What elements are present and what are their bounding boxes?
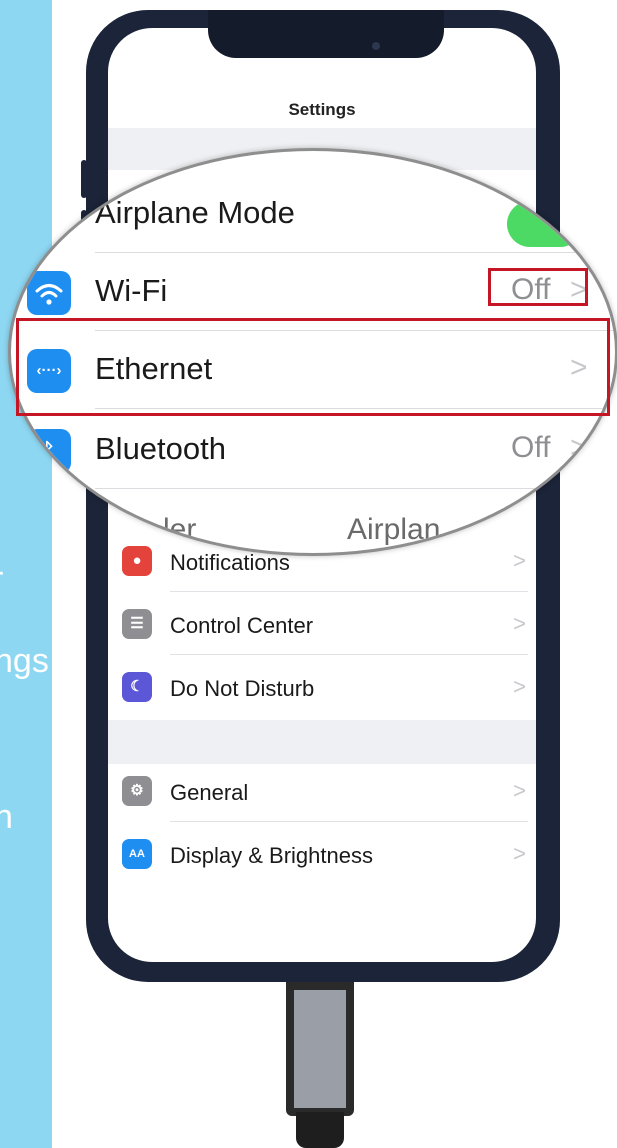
row-divider (170, 821, 528, 822)
wifi-icon (27, 271, 71, 315)
adapter-plate (294, 990, 346, 1108)
chevron-right-icon: > (513, 841, 526, 866)
group-gap (108, 720, 536, 764)
row-label: Display & Brightness (170, 843, 373, 868)
moon-icon: ☾ (122, 672, 152, 702)
bluetooth-status-value: Off (511, 431, 551, 464)
front-camera-icon (372, 42, 380, 50)
settings-row-general[interactable]: ⚙ General > (118, 760, 528, 822)
left-text-fragment: n (0, 798, 13, 836)
settings-row-bluetooth[interactable]: ᛒ Bluetooth Off > (11, 411, 615, 489)
settings-row-control-center[interactable]: ☰ Control Center > (118, 593, 528, 655)
chevron-right-icon: > (570, 431, 588, 464)
phone-notch (208, 10, 444, 58)
partial-row-label: ler (163, 513, 197, 546)
row-label: Wi-Fi (95, 273, 168, 308)
wifi-off-highlight (488, 268, 588, 306)
bluetooth-icon: ᛒ (27, 429, 71, 473)
row-label: Bluetooth (95, 431, 226, 466)
row-label: Do Not Disturb (170, 676, 315, 701)
control-center-icon: ☰ (122, 609, 152, 639)
settings-row-do-not-disturb[interactable]: ☾ Do Not Disturb > (118, 656, 528, 718)
partial-row-value: Airplan (347, 513, 441, 546)
display-brightness-icon: AA (122, 839, 152, 869)
settings-row-display-brightness[interactable]: AA Display & Brightness > (118, 823, 528, 885)
left-text-fragment: ngs (0, 642, 49, 680)
chevron-right-icon: > (513, 611, 526, 636)
chevron-right-icon: > (513, 674, 526, 699)
gear-icon: ⚙ (122, 776, 152, 806)
row-divider (95, 488, 615, 489)
cable-cord (296, 1112, 344, 1148)
row-label: General (170, 780, 249, 805)
ethernet-row-highlight (16, 318, 610, 416)
row-divider (170, 591, 528, 592)
airplane-mode-toggle[interactable] (507, 201, 583, 247)
settings-title: Settings (288, 100, 356, 119)
row-label: Control Center (170, 613, 314, 638)
row-label: Airplane Mode (95, 195, 295, 230)
left-text-fragment: r (0, 560, 3, 599)
chevron-right-icon: > (513, 778, 526, 803)
row-divider (170, 654, 528, 655)
